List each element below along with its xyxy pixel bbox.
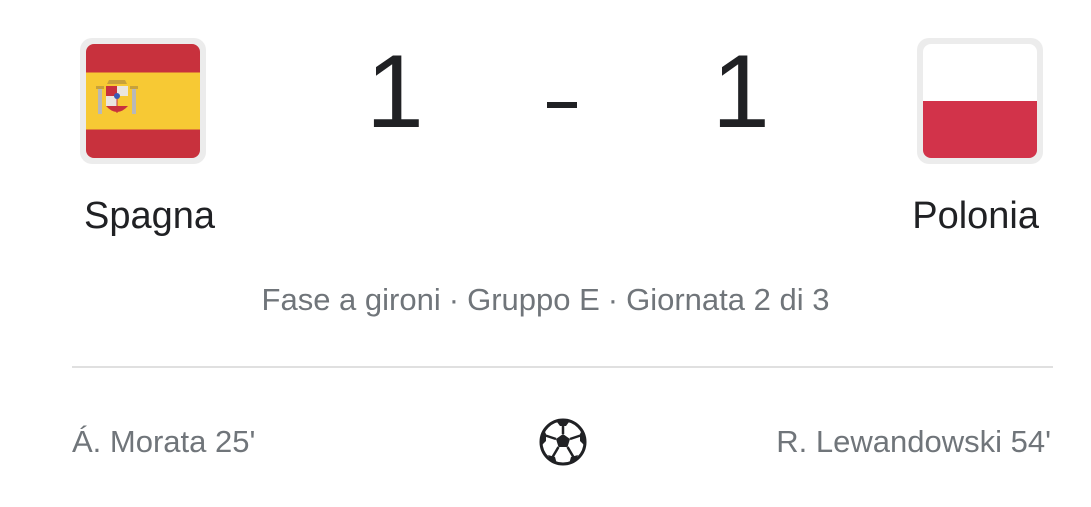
match-group: Gruppo E bbox=[467, 282, 600, 317]
poland-flag-icon[interactable] bbox=[917, 38, 1043, 164]
meta-separator: · bbox=[448, 282, 460, 317]
match-meta: Fase a gironi · Gruppo E · Giornata 2 di 3 bbox=[0, 282, 1091, 318]
home-score: 1 bbox=[366, 34, 424, 150]
away-goal-scorer: R. Lewandowski 54' bbox=[776, 424, 1051, 459]
away-team-name[interactable]: Polonia bbox=[912, 195, 1039, 238]
home-team-name[interactable]: Spagna bbox=[84, 195, 215, 238]
spain-flag-field bbox=[86, 44, 200, 158]
away-score: 1 bbox=[712, 34, 770, 150]
match-day: Giornata 2 di 3 bbox=[626, 282, 830, 317]
soccer-ball-icon bbox=[539, 418, 587, 466]
match-stage: Fase a gironi bbox=[261, 282, 441, 317]
home-goal-scorer: Á. Morata 25' bbox=[72, 424, 256, 459]
poland-flag-field bbox=[923, 44, 1037, 158]
divider bbox=[72, 366, 1053, 368]
spain-coat-of-arms-icon bbox=[96, 80, 138, 114]
score-separator bbox=[547, 102, 577, 108]
spain-flag-icon[interactable] bbox=[80, 38, 206, 164]
meta-separator: · bbox=[607, 282, 619, 317]
